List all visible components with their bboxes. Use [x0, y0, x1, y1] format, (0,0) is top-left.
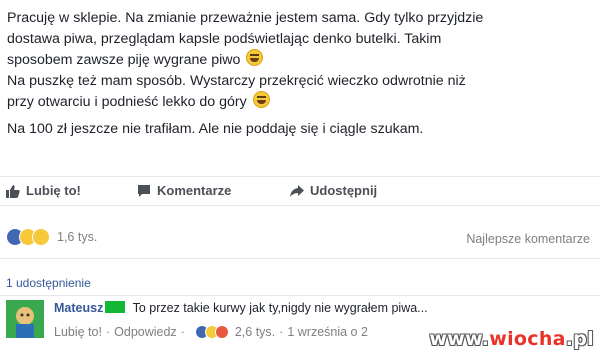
post-action-bar: Lubię to! Komentarze Udostępnij [0, 176, 600, 206]
comment-bubble-icon [137, 184, 151, 198]
post-text: Pracuję w sklepie. Na zmianie przeważnie… [7, 8, 593, 139]
share-button[interactable]: Udostępnij [290, 183, 377, 198]
thumbs-up-icon [6, 184, 20, 198]
share-arrow-icon [290, 184, 304, 198]
site-watermark: www.wiocha.pl [429, 328, 594, 350]
grinning-emoji-icon [252, 91, 270, 108]
comment-reply-link[interactable]: Odpowiedz [114, 325, 177, 339]
comment-reactions[interactable] [194, 325, 229, 339]
reactions-summary[interactable]: 1,6 tys. [6, 228, 97, 246]
flag-icon [105, 301, 126, 313]
shares-count-link[interactable]: 1 udostępnienie [6, 276, 91, 290]
separator: · [180, 325, 185, 339]
share-label: Udostępnij [310, 183, 378, 198]
comment-like-link[interactable]: Lubię to! [54, 325, 102, 339]
divider [0, 295, 600, 296]
avatar[interactable] [6, 300, 44, 338]
separator: · [279, 325, 284, 339]
comment-author[interactable]: Mateusz [54, 301, 103, 315]
wow-reaction-icon [32, 228, 50, 246]
comment-reactions-count: 2,6 tys. [234, 325, 276, 339]
comment: Mateusz To przez takie kurwy jak ty,nigd… [54, 301, 428, 315]
comment-button[interactable]: Komentarze [137, 183, 231, 198]
comment-date[interactable]: 1 września o 2 [287, 325, 368, 339]
post-line: sposobem zawsze piję wygrane piwo [7, 49, 593, 71]
comment-text: To przez takie kurwy jak ty,nigdy nie wy… [132, 301, 428, 315]
like-label: Lubię to! [26, 183, 81, 198]
separator: · [105, 325, 111, 339]
divider [0, 258, 600, 259]
reactions-count: 1,6 tys. [57, 230, 98, 244]
best-comments-dropdown[interactable]: Najlepsze komentarze [466, 232, 590, 246]
like-button[interactable]: Lubię to! [6, 183, 81, 198]
angry-reaction-icon [214, 325, 229, 339]
grinning-emoji-icon [246, 49, 264, 66]
post-line: Na puszkę też mam sposób. Wystarczy prze… [7, 72, 466, 89]
post-line: Pracuję w sklepie. Na zmianie przeważnie… [7, 10, 484, 26]
comment-label: Komentarze [157, 183, 232, 198]
post-line: przy otwarciu i podnieść lekko do góry [7, 91, 593, 113]
post-line: dostawa piwa, przeglądam kapsle podświet… [7, 30, 442, 47]
comment-meta: Lubię to! · Odpowiedz · 2,6 tys. · 1 wrz… [54, 325, 368, 339]
post-line: Na 100 zł jeszcze nie trafiłam. Ale nie … [7, 120, 424, 137]
